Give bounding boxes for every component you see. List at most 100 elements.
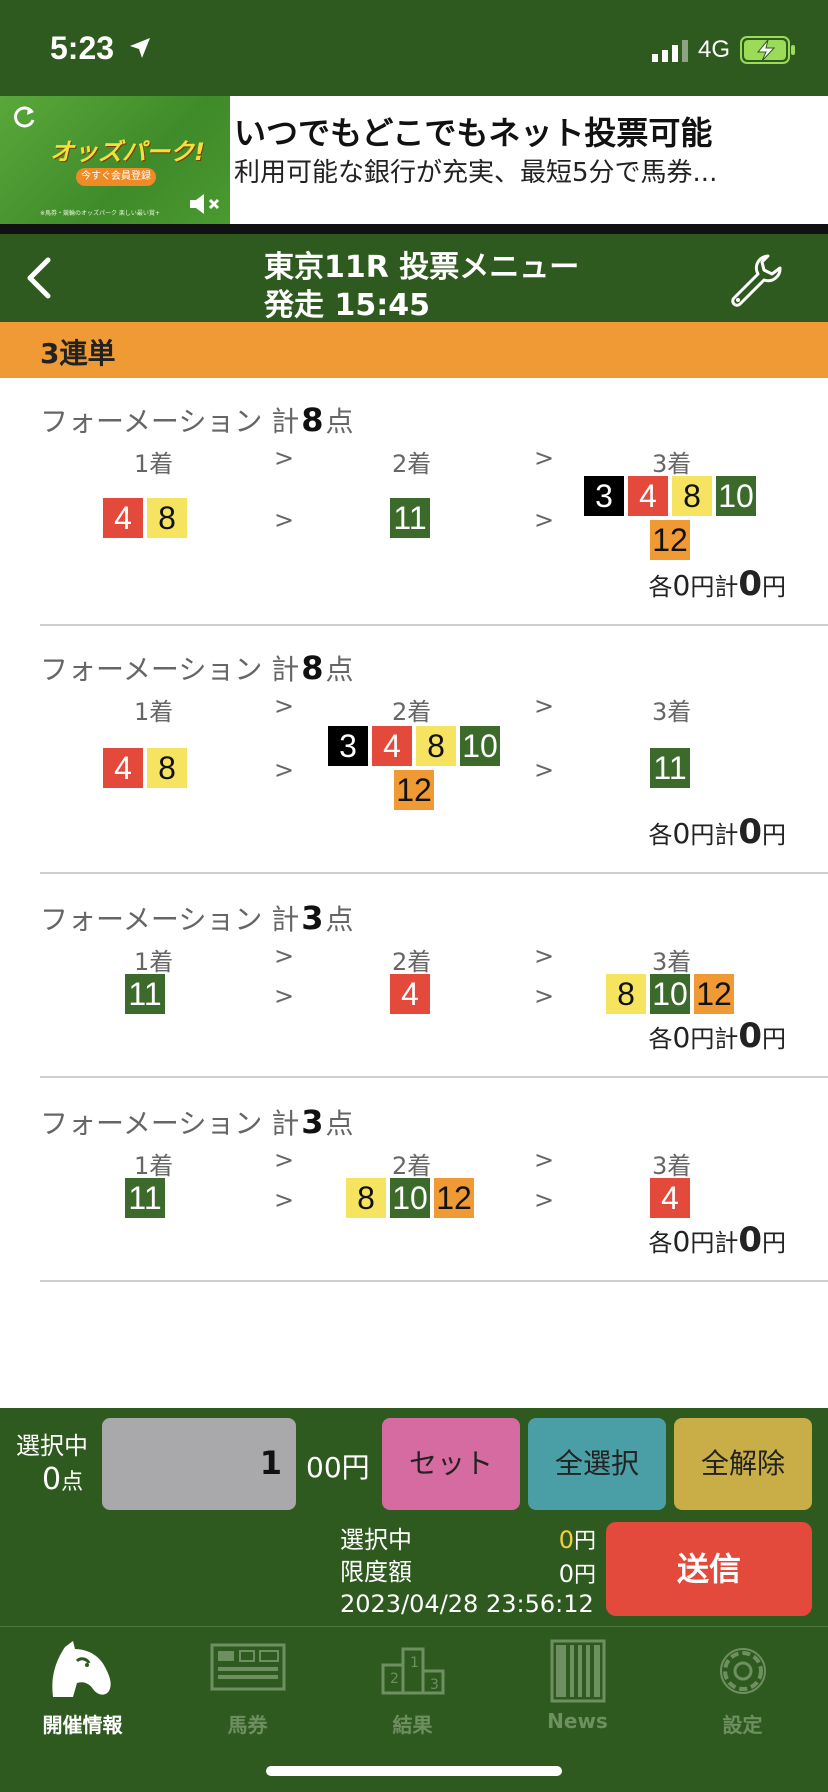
horse-number-11: 11 <box>650 748 690 788</box>
ad-banner[interactable]: オッズパーク! 今すぐ会員登録 ※馬券・競輪のオッズパーク 楽しい最い賞+ いつ… <box>0 96 828 224</box>
tab-news[interactable]: News <box>495 1627 660 1747</box>
tab-label: 馬券 <box>227 1713 268 1737</box>
tab-results[interactable]: 2 1 3 結果 <box>330 1627 495 1747</box>
tab-label: 設定 <box>722 1713 763 1737</box>
arrow: > <box>274 506 295 534</box>
third-place-horses: 4 <box>580 1178 760 1218</box>
horse-number-3: 3 <box>584 476 624 516</box>
mute-icon[interactable] <box>186 190 222 218</box>
wrench-icon[interactable] <box>728 252 784 308</box>
third-place-horses: 3 4 8 10 12 <box>580 476 760 560</box>
arrow: > <box>274 692 295 720</box>
datetime: 2023/04/28 23:56:12 <box>340 1590 594 1618</box>
selected-label: 選択中 <box>16 1432 88 1460</box>
arrow: > <box>274 444 295 472</box>
second-place-horses: 11 <box>310 498 510 538</box>
formation-title: フォーメーション 計3点 <box>40 1103 354 1141</box>
svg-text:2: 2 <box>390 1671 399 1687</box>
formation-count: 8 <box>301 401 324 439</box>
horse-number-8: 8 <box>147 748 187 788</box>
tab-label: 開催情報 <box>42 1713 123 1737</box>
amount-input[interactable]: 1 <box>102 1418 296 1510</box>
col-head-2nd: 2着 <box>392 450 432 478</box>
ad-subtext[interactable]: 利用可能な銀行が充実、最短5分で馬券... <box>234 152 717 189</box>
horse-number-4: 4 <box>390 974 430 1014</box>
status-bar: 5:23 4G <box>0 0 828 96</box>
horse-number-4: 4 <box>650 1178 690 1218</box>
horse-number-8: 8 <box>606 974 646 1014</box>
horse-number-8: 8 <box>416 726 456 766</box>
ad-image[interactable]: オッズパーク! 今すぐ会員登録 ※馬券・競輪のオッズパーク 楽しい最い賞+ <box>0 96 230 224</box>
clear-all-button[interactable]: 全解除 <box>674 1418 812 1510</box>
arrow: > <box>534 1186 555 1214</box>
horse-number-4: 4 <box>103 498 143 538</box>
formation-count: 3 <box>301 899 324 937</box>
formation-amount: 各0円計0円 <box>648 812 787 852</box>
ad-headline[interactable]: いつでもどこでもネット投票可能 <box>234 108 712 154</box>
arrow: > <box>534 506 555 534</box>
arrow: > <box>274 756 295 784</box>
col-head-3rd: 3着 <box>652 1152 692 1180</box>
horse-number-10: 10 <box>390 1178 430 1218</box>
second-place-horses: 8 10 12 <box>310 1178 510 1218</box>
ad-register-pill[interactable]: 今すぐ会員登録 <box>76 168 156 186</box>
arrow: > <box>274 1186 295 1214</box>
tab-settings[interactable]: 設定 <box>660 1627 825 1747</box>
horse-head-icon <box>51 1641 111 1697</box>
ad-fine-print: ※馬券・競輪のオッズパーク 楽しい最い賞+ <box>40 210 160 217</box>
horse-number-10: 10 <box>716 476 756 516</box>
gear-icon <box>719 1648 766 1694</box>
refresh-icon[interactable] <box>12 104 38 130</box>
set-button[interactable]: セット <box>382 1418 520 1510</box>
formation-block[interactable]: フォーメーション 計3点 1着 > 2着 > 3着 11 > 4 > 8 10 12… <box>40 898 828 1078</box>
col-head-1st: 1着 <box>134 1152 174 1180</box>
formation-amount: 各0円計0円 <box>648 1016 787 1056</box>
amount-unit: 00円 <box>306 1451 370 1484</box>
arrow: > <box>274 942 295 970</box>
bet-type-label: 3連単 <box>40 337 116 370</box>
back-chevron-icon[interactable] <box>24 256 54 300</box>
bet-panel: 選択中 0点 1 00円 セット 全選択 全解除 選択中 限度額 2023/04… <box>0 1408 828 1626</box>
col-head-3rd: 3着 <box>652 698 692 726</box>
ticket-icon <box>210 1643 285 1691</box>
col-head-1st: 1着 <box>134 450 174 478</box>
arrow: > <box>534 756 555 784</box>
col-head-3rd: 3着 <box>652 450 692 478</box>
horse-number-11: 11 <box>125 1178 165 1218</box>
horse-number-4: 4 <box>628 476 668 516</box>
select-all-button[interactable]: 全選択 <box>528 1418 666 1510</box>
selected-amount-value: 0 <box>558 1526 574 1554</box>
horse-number-11: 11 <box>390 498 430 538</box>
horse-number-10: 10 <box>650 974 690 1014</box>
col-head-2nd: 2着 <box>392 948 432 976</box>
formation-block[interactable]: フォーメーション 計3点 1着 > 2着 > 3着 11 > 8 10 12 > 4… <box>40 1102 828 1282</box>
col-head-2nd: 2着 <box>392 698 432 726</box>
limit-values: 0円 0円 <box>558 1526 596 1588</box>
formation-block[interactable]: フォーメーション 計8点 1着 > 2着 > 3着 48 > 3 4 8 10 12 >… <box>40 648 828 874</box>
arrow: > <box>274 982 295 1010</box>
tab-label: News <box>547 1709 608 1733</box>
amount-value: 1 <box>259 1444 282 1482</box>
horse-number-11: 11 <box>125 974 165 1014</box>
tab-tickets[interactable]: 馬券 <box>165 1627 330 1747</box>
tab-label: 結果 <box>392 1713 433 1737</box>
first-place-horses: 48 <box>54 748 236 788</box>
ad-logo: オッズパーク! <box>50 138 205 166</box>
first-place-horses: 11 <box>54 1178 236 1218</box>
status-time: 5:23 <box>50 30 115 66</box>
horse-number-3: 3 <box>328 726 368 766</box>
arrow: > <box>534 1146 555 1174</box>
nav-header: 東京11R 投票メニュー 発走 15:45 <box>0 234 828 323</box>
tab-race-info[interactable]: 開催情報 <box>0 1627 165 1747</box>
formation-title: フォーメーション 計8点 <box>40 649 354 687</box>
svg-text:1: 1 <box>410 1655 419 1671</box>
horse-number-10: 10 <box>460 726 500 766</box>
col-head-3rd: 3着 <box>652 948 692 976</box>
formation-block[interactable]: フォーメーション 計8点 1着 > 2着 > 3着 48 > 11 > 3481… <box>40 400 828 626</box>
network-label: 4G <box>698 36 731 63</box>
second-place-horses: 4 <box>310 974 510 1014</box>
third-place-horses: 11 <box>580 748 760 788</box>
send-button[interactable]: 送信 <box>606 1522 812 1616</box>
arrow: > <box>534 982 555 1010</box>
battery-charging-icon <box>740 36 795 64</box>
